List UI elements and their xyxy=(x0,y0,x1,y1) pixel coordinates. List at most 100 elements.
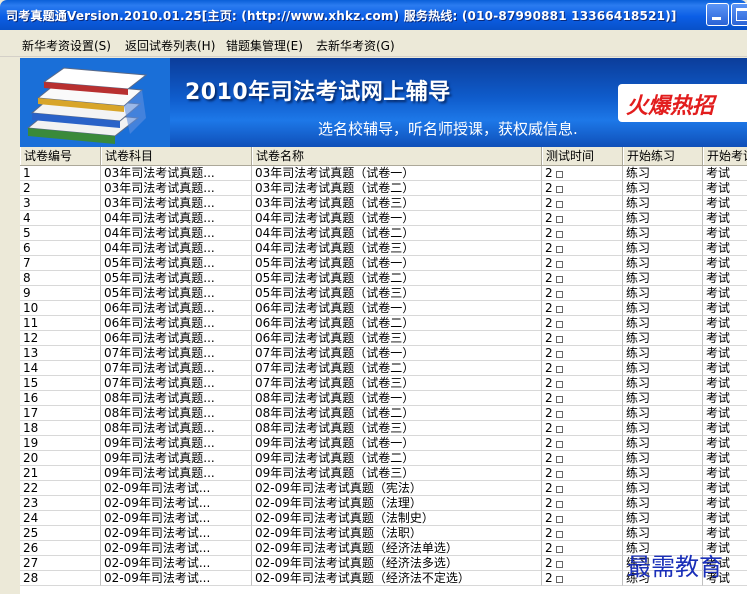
table-row[interactable]: 12 06年司法考试真题... 06年司法考试真题（试卷三） 2 练习 考试 xyxy=(20,331,747,346)
practice-link[interactable]: 练习 xyxy=(623,196,703,211)
exam-link-text[interactable]: 考试 xyxy=(706,526,730,540)
practice-link[interactable]: 练习 xyxy=(623,316,703,331)
practice-link-text[interactable]: 练习 xyxy=(626,166,650,180)
exam-link[interactable]: 考试 xyxy=(703,316,747,331)
table-row[interactable]: 18 08年司法考试真题... 08年司法考试真题（试卷三） 2 练习 考试 xyxy=(20,421,747,436)
exam-link[interactable]: 考试 xyxy=(703,361,747,376)
exam-link-text[interactable]: 考试 xyxy=(706,376,730,390)
practice-link[interactable]: 练习 xyxy=(623,466,703,481)
practice-link-text[interactable]: 练习 xyxy=(626,496,650,510)
exam-link[interactable]: 考试 xyxy=(703,406,747,421)
exam-link[interactable]: 考试 xyxy=(703,376,747,391)
exam-link-text[interactable]: 考试 xyxy=(706,511,730,525)
table-row[interactable]: 6 04年司法考试真题... 04年司法考试真题（试卷三） 2 练习 考试 xyxy=(20,241,747,256)
table-row[interactable]: 23 02-09年司法考试... 02-09年司法考试真题（法理） 2 练习 考试 xyxy=(20,496,747,511)
exam-link[interactable]: 考试 xyxy=(703,496,747,511)
exam-link-text[interactable]: 考试 xyxy=(706,466,730,480)
table-row[interactable]: 14 07年司法考试真题... 07年司法考试真题（试卷二） 2 练习 考试 xyxy=(20,361,747,376)
ad-banner[interactable]: 2010年司法考试网上辅导 选名校辅导，听名师授课，获权威信息. 火爆热招 xyxy=(20,58,747,147)
practice-link[interactable]: 练习 xyxy=(623,256,703,271)
practice-link-text[interactable]: 练习 xyxy=(626,436,650,450)
exam-link[interactable]: 考试 xyxy=(703,436,747,451)
table-row[interactable]: 13 07年司法考试真题... 07年司法考试真题（试卷一） 2 练习 考试 xyxy=(20,346,747,361)
exam-link[interactable]: 考试 xyxy=(703,241,747,256)
header-start-exam[interactable]: 开始考试 xyxy=(703,147,747,165)
table-row[interactable]: 21 09年司法考试真题... 09年司法考试真题（试卷三） 2 练习 考试 xyxy=(20,466,747,481)
exam-link-text[interactable]: 考试 xyxy=(706,406,730,420)
exam-link-text[interactable]: 考试 xyxy=(706,286,730,300)
exam-link-text[interactable]: 考试 xyxy=(706,496,730,510)
table-row[interactable]: 2 03年司法考试真题... 03年司法考试真题（试卷二） 2 练习 考试 xyxy=(20,181,747,196)
exam-link-text[interactable]: 考试 xyxy=(706,436,730,450)
table-row[interactable]: 24 02-09年司法考试... 02-09年司法考试真题（法制史） 2 练习 考试 xyxy=(20,511,747,526)
table-row[interactable]: 20 09年司法考试真题... 09年司法考试真题（试卷二） 2 练习 考试 xyxy=(20,451,747,466)
table-row[interactable]: 15 07年司法考试真题... 07年司法考试真题（试卷三） 2 练习 考试 xyxy=(20,376,747,391)
exam-link-text[interactable]: 考试 xyxy=(706,211,730,225)
exam-link-text[interactable]: 考试 xyxy=(706,196,730,210)
header-test-time[interactable]: 测试时间 xyxy=(542,147,623,165)
table-row[interactable]: 9 05年司法考试真题... 05年司法考试真题（试卷三） 2 练习 考试 xyxy=(20,286,747,301)
practice-link-text[interactable]: 练习 xyxy=(626,511,650,525)
practice-link-text[interactable]: 练习 xyxy=(626,406,650,420)
header-exam-id[interactable]: 试卷编号 xyxy=(20,147,101,165)
menu-go-website[interactable]: 去新华考资(G) xyxy=(316,37,395,54)
exam-link-text[interactable]: 考试 xyxy=(706,361,730,375)
exam-link[interactable]: 考试 xyxy=(703,286,747,301)
exam-link-text[interactable]: 考试 xyxy=(706,481,730,495)
practice-link-text[interactable]: 练习 xyxy=(626,181,650,195)
practice-link[interactable]: 练习 xyxy=(623,526,703,541)
exam-link-text[interactable]: 考试 xyxy=(706,256,730,270)
table-row[interactable]: 19 09年司法考试真题... 09年司法考试真题（试卷一） 2 练习 考试 xyxy=(20,436,747,451)
table-row[interactable]: 1 03年司法考试真题... 03年司法考试真题（试卷一） 2 练习 考试 xyxy=(20,166,747,181)
exam-link[interactable]: 考试 xyxy=(703,271,747,286)
exam-link[interactable]: 考试 xyxy=(703,391,747,406)
practice-link[interactable]: 练习 xyxy=(623,271,703,286)
practice-link-text[interactable]: 练习 xyxy=(626,211,650,225)
table-row[interactable]: 22 02-09年司法考试... 02-09年司法考试真题（宪法） 2 练习 考试 xyxy=(20,481,747,496)
exam-link[interactable]: 考试 xyxy=(703,211,747,226)
exam-link-text[interactable]: 考试 xyxy=(706,421,730,435)
menu-return-list[interactable]: 返回试卷列表(H) xyxy=(125,37,215,54)
table-row[interactable]: 17 08年司法考试真题... 08年司法考试真题（试卷二） 2 练习 考试 xyxy=(20,406,747,421)
practice-link-text[interactable]: 练习 xyxy=(626,481,650,495)
practice-link-text[interactable]: 练习 xyxy=(626,226,650,240)
exam-link[interactable]: 考试 xyxy=(703,196,747,211)
practice-link[interactable]: 练习 xyxy=(623,376,703,391)
practice-link[interactable]: 练习 xyxy=(623,361,703,376)
header-exam-subject[interactable]: 试卷科目 xyxy=(101,147,252,165)
exam-link[interactable]: 考试 xyxy=(703,256,747,271)
exam-link-text[interactable]: 考试 xyxy=(706,316,730,330)
practice-link[interactable]: 练习 xyxy=(623,211,703,226)
exam-link-text[interactable]: 考试 xyxy=(706,166,730,180)
menu-settings[interactable]: 新华考资设置(S) xyxy=(22,37,111,54)
exam-link[interactable]: 考试 xyxy=(703,466,747,481)
practice-link[interactable]: 练习 xyxy=(623,166,703,181)
practice-link[interactable]: 练习 xyxy=(623,286,703,301)
practice-link-text[interactable]: 练习 xyxy=(626,421,650,435)
exam-link[interactable]: 考试 xyxy=(703,166,747,181)
exam-link[interactable]: 考试 xyxy=(703,331,747,346)
exam-link-text[interactable]: 考试 xyxy=(706,271,730,285)
table-row[interactable]: 4 04年司法考试真题... 04年司法考试真题（试卷一） 2 练习 考试 xyxy=(20,211,747,226)
table-row[interactable]: 5 04年司法考试真题... 04年司法考试真题（试卷二） 2 练习 考试 xyxy=(20,226,747,241)
practice-link-text[interactable]: 练习 xyxy=(626,391,650,405)
exam-link[interactable]: 考试 xyxy=(703,226,747,241)
practice-link-text[interactable]: 练习 xyxy=(626,526,650,540)
exam-link[interactable]: 考试 xyxy=(703,511,747,526)
exam-link[interactable]: 考试 xyxy=(703,526,747,541)
menu-wrong-questions[interactable]: 错题集管理(E) xyxy=(226,37,303,54)
practice-link-text[interactable]: 练习 xyxy=(626,361,650,375)
practice-link[interactable]: 练习 xyxy=(623,331,703,346)
practice-link-text[interactable]: 练习 xyxy=(626,271,650,285)
table-row[interactable]: 16 08年司法考试真题... 08年司法考试真题（试卷一） 2 练习 考试 xyxy=(20,391,747,406)
table-row[interactable]: 25 02-09年司法考试... 02-09年司法考试真题（法职） 2 练习 考试 xyxy=(20,526,747,541)
header-start-practice[interactable]: 开始练习 xyxy=(623,147,703,165)
exam-link[interactable]: 考试 xyxy=(703,181,747,196)
practice-link[interactable]: 练习 xyxy=(623,421,703,436)
table-row[interactable]: 3 03年司法考试真题... 03年司法考试真题（试卷三） 2 练习 考试 xyxy=(20,196,747,211)
practice-link-text[interactable]: 练习 xyxy=(626,256,650,270)
practice-link-text[interactable]: 练习 xyxy=(626,241,650,255)
practice-link-text[interactable]: 练习 xyxy=(626,301,650,315)
exam-link-text[interactable]: 考试 xyxy=(706,451,730,465)
exam-link-text[interactable]: 考试 xyxy=(706,241,730,255)
